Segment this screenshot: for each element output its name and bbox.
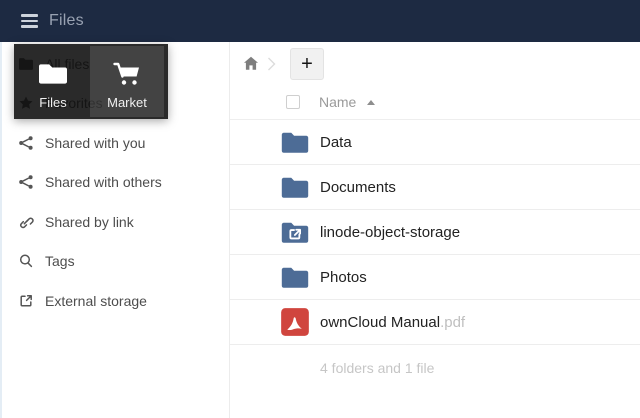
app-menu-popover: Files Market xyxy=(14,44,168,119)
app-menu-item-label: Market xyxy=(107,95,147,110)
select-all-checkbox[interactable] xyxy=(286,95,300,109)
file-row[interactable]: linode-object-storage xyxy=(230,210,640,255)
sidebar-item-tags[interactable]: Tags xyxy=(0,242,229,282)
file-name: Documents xyxy=(320,179,396,196)
file-row[interactable]: Documents xyxy=(230,165,640,210)
file-name: ownCloud Manual xyxy=(320,314,440,331)
sidebar-item-label: Shared with you xyxy=(45,135,145,151)
hamburger-icon xyxy=(21,20,38,23)
sidebar-item-label: Tags xyxy=(45,253,75,269)
file-row[interactable]: ownCloud Manual.pdf xyxy=(230,300,640,345)
breadcrumb-bar: + xyxy=(230,42,640,85)
folder-icon xyxy=(36,59,70,89)
file-name: Photos xyxy=(320,269,367,286)
file-name: Data xyxy=(320,134,352,151)
folder-icon xyxy=(280,172,310,202)
file-name: linode-object-storage xyxy=(320,224,460,241)
home-icon[interactable] xyxy=(243,56,259,71)
folder-external-icon xyxy=(280,217,310,247)
app-menu-item-files[interactable]: Files xyxy=(16,46,90,117)
app-menu-item-label: Files xyxy=(39,95,66,110)
file-list-summary-row: 4 folders and 1 file xyxy=(230,345,640,390)
file-table-header: Name xyxy=(230,85,640,120)
pdf-file-icon xyxy=(280,307,310,337)
sidebar-item-shared-with-you[interactable]: Shared with you xyxy=(0,123,229,163)
sidebar-item-external-storage[interactable]: External storage xyxy=(0,281,229,321)
sidebar-item-label: Shared by link xyxy=(45,214,134,230)
sidebar-item-label: Shared with others xyxy=(45,174,162,190)
shopping-cart-icon xyxy=(110,59,144,89)
file-list-summary: 4 folders and 1 file xyxy=(320,360,434,376)
hamburger-icon xyxy=(21,25,38,28)
sidebar-item-shared-by-link[interactable]: Shared by link xyxy=(0,202,229,242)
new-file-button[interactable]: + xyxy=(290,48,324,80)
tag-icon xyxy=(18,253,34,269)
sort-ascending-icon[interactable] xyxy=(367,100,375,105)
folder-icon xyxy=(280,262,310,292)
sidebar-item-shared-with-others[interactable]: Shared with others xyxy=(0,163,229,203)
app-title: Files xyxy=(49,12,84,30)
app-menu-item-market[interactable]: Market xyxy=(90,46,164,117)
file-list-panel: + Name Data Documents linode-object-stor… xyxy=(230,42,640,418)
top-bar: Files xyxy=(0,0,640,42)
app-menu-button[interactable] xyxy=(10,0,48,42)
file-row[interactable]: Photos xyxy=(230,255,640,300)
link-icon xyxy=(18,214,34,230)
sidebar-item-label: External storage xyxy=(45,293,147,309)
file-extension: .pdf xyxy=(440,314,465,331)
file-row[interactable]: Data xyxy=(230,120,640,165)
external-storage-icon xyxy=(18,293,34,309)
column-header-name[interactable]: Name xyxy=(319,94,356,110)
hamburger-icon xyxy=(21,14,38,17)
folder-icon xyxy=(280,127,310,157)
share-icon xyxy=(18,135,34,151)
chevron-right-icon xyxy=(267,57,276,71)
share-icon xyxy=(18,174,34,190)
